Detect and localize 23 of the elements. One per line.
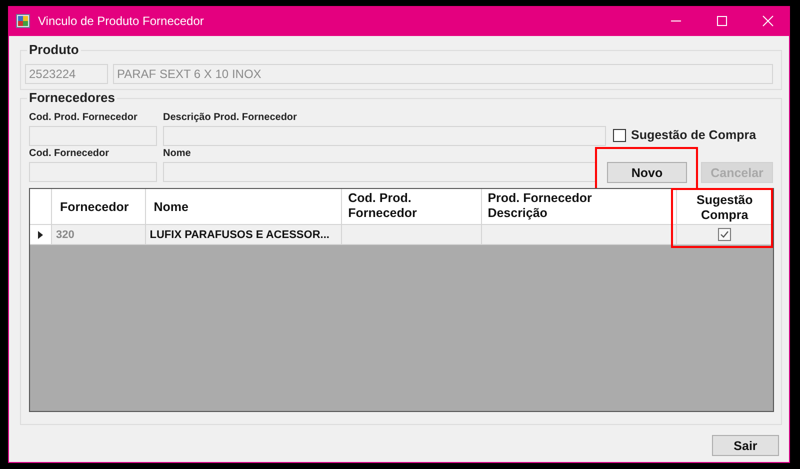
group-title: Fornecedores <box>27 90 117 105</box>
table-cell: 320 <box>52 225 146 245</box>
exit-button[interactable]: Sair <box>712 435 779 456</box>
field-label: Nome <box>163 148 192 161</box>
input-field[interactable] <box>163 126 606 146</box>
checkbox[interactable] <box>613 128 626 142</box>
row-pointer-icon <box>38 230 43 238</box>
checkbox-label: Sugestão de Compra <box>631 128 756 142</box>
field-label: Descrição Prod. Fornecedor <box>163 112 298 125</box>
input-field[interactable] <box>163 162 596 182</box>
input-field[interactable] <box>29 126 157 146</box>
window-title: Vinculo de Produto Fornecedor <box>38 14 205 28</box>
group-title: Produto <box>27 42 81 57</box>
field-label: Cod. Prod. Fornecedor <box>29 112 138 125</box>
new-button[interactable]: Novo <box>607 162 687 183</box>
close-icon[interactable] <box>762 15 774 27</box>
checkbox[interactable] <box>718 228 732 241</box>
row-header[interactable] <box>30 225 52 245</box>
input-field[interactable] <box>29 162 157 182</box>
maximize-icon[interactable] <box>716 15 728 27</box>
table-cell: LUFIX PARAFUSOS E ACESSOR... <box>146 225 342 245</box>
field-label: Cod. Fornecedor <box>29 148 110 161</box>
app-icon <box>16 14 30 28</box>
